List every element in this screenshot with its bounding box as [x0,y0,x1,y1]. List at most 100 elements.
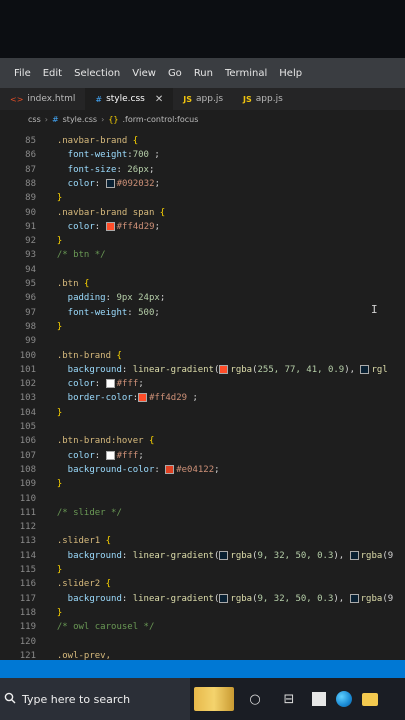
code-line[interactable]: 120 [0,635,46,649]
text-cursor-icon: I [371,303,378,316]
code-line[interactable]: 109 } [0,477,63,491]
code-line[interactable]: 100 .btn-brand { [0,349,122,363]
cortana-icon[interactable]: ○ [242,686,268,712]
code-line[interactable]: 106 .btn-brand:hover { [0,434,155,448]
tab-app-js-2[interactable]: JS app.js [233,88,293,110]
code-token: ; [148,164,155,175]
edge-browser-icon[interactable] [336,691,352,707]
color-swatch-icon[interactable] [165,464,175,474]
breadcrumb-symbol[interactable]: .form-control:focus [123,115,199,124]
code-line[interactable]: 87 font-size: 26px; [0,163,154,177]
code-line[interactable]: 96 padding: 9px 24px; [0,291,165,305]
code-line[interactable]: 103 border-color: #ff4d29 ; [0,391,198,405]
code-line[interactable]: 104 } [0,406,63,420]
code-token: color [46,379,95,390]
code-line[interactable]: 99 [0,334,46,348]
search-input[interactable]: Type here to search [22,693,130,706]
code-token: ; [138,450,144,461]
color-swatch-icon[interactable] [138,393,148,403]
code-editor[interactable]: 85 .navbar-brand {86 font-weight:700 ; 87… [0,130,405,660]
code-line[interactable]: 97 font-weight: 500; [0,306,160,320]
taskbar-search[interactable]: Type here to search [0,678,190,720]
menu-run[interactable]: Run [194,68,213,79]
code-line[interactable]: 89 } [0,191,62,205]
code-token: .navbar-brand [46,136,133,146]
menu-help[interactable]: Help [279,68,302,79]
code-line[interactable]: 107 color: #fff; [0,449,144,463]
code-line[interactable]: 118 } [0,606,63,620]
breadcrumb: css › # style.css › {} .form-control:foc… [0,110,405,128]
color-swatch-icon[interactable] [219,364,229,374]
code-token: .slider2 [46,579,106,590]
menu-terminal[interactable]: Terminal [225,68,267,79]
code-line[interactable]: 112 [0,520,46,534]
file-explorer-icon[interactable] [362,692,378,706]
chevron-right-icon: › [101,114,105,124]
code-text: .navbar-brand { [46,136,138,146]
code-line[interactable]: 114 background: linear-gradient(rgba(9, … [0,549,393,563]
store-icon[interactable] [312,692,326,706]
code-token: rgba [360,550,383,561]
code-line[interactable]: 90 .navbar-brand span { [0,206,165,220]
color-swatch-icon[interactable] [105,178,115,188]
code-line[interactable]: 86 font-weight:700 ; [0,148,160,162]
code-token: .btn-brand:hover [46,436,149,447]
close-icon[interactable]: ✕ [155,94,163,105]
code-line[interactable]: 111 /* slider */ [0,506,122,520]
line-number: 118 [19,607,36,618]
code-line[interactable]: 121 .owl-prev, [0,649,111,660]
tab-app-js[interactable]: JS app.js [173,88,233,110]
code-token: /* slider */ [46,507,122,518]
code-line[interactable]: 116 .slider2 { [0,577,111,591]
code-token: .navbar-brand span [46,207,160,218]
code-line[interactable]: 115 } [0,563,63,577]
line-number: 104 [19,407,36,418]
code-text: .navbar-brand span { [46,208,165,218]
tab-index-html[interactable]: <> index.html [0,88,85,110]
line-number: 120 [19,636,36,647]
color-swatch-icon[interactable] [360,364,370,374]
code-token: #fff [116,379,139,390]
code-token: font-weight [46,150,128,161]
code-line[interactable]: 117 background: linear-gradient(rgba(9, … [0,592,393,606]
menu-selection[interactable]: Selection [74,68,120,79]
code-line[interactable]: 110 [0,492,46,506]
code-line[interactable]: 108 background-color: #e04122; [0,463,220,477]
color-swatch-icon[interactable] [105,379,115,389]
code-line[interactable]: 102 color: #fff; [0,377,144,391]
code-line[interactable]: 88 color: #092032; [0,177,160,191]
menu-edit[interactable]: Edit [43,68,62,79]
color-swatch-icon[interactable] [105,450,115,460]
code-line[interactable]: 95 .btn { [0,277,89,291]
code-text: } [46,608,62,618]
menu-go[interactable]: Go [168,68,182,79]
code-line[interactable]: 101 background: linear-gradient(rgba(255… [0,363,388,377]
menu-file[interactable]: File [14,68,31,79]
code-line[interactable]: 94 [0,263,46,277]
line-number: 105 [19,422,36,432]
color-swatch-icon[interactable] [219,593,229,603]
code-line[interactable]: 93 /* btn */ [0,248,105,262]
color-swatch-icon[interactable] [219,550,229,560]
code-line[interactable]: 113 .slider1 { [0,534,111,548]
code-line[interactable]: 92 } [0,234,62,248]
color-swatch-icon[interactable] [349,593,359,603]
color-swatch-icon[interactable] [349,550,359,560]
line-number: 121 [19,650,36,660]
news-widget-icon[interactable] [194,687,234,711]
code-line[interactable]: 105 [0,420,46,434]
tab-style-css[interactable]: # style.css ✕ [85,88,174,110]
task-view-icon[interactable]: ⊟ [276,686,302,712]
code-line[interactable]: 85 .navbar-brand { [0,134,138,148]
menu-view[interactable]: View [132,68,156,79]
code-token: 700 [132,150,149,161]
code-line[interactable]: 91 color: #ff4d29; [0,220,160,234]
breadcrumb-file[interactable]: style.css [63,115,97,124]
code-token: ), [333,550,350,561]
code-line[interactable]: 119 /* owl carousel */ [0,620,155,634]
js-file-icon: JS [243,94,252,104]
code-token: linear-gradient [132,550,214,561]
breadcrumb-folder[interactable]: css [28,115,41,124]
code-line[interactable]: 98 } [0,320,62,334]
color-swatch-icon[interactable] [105,221,115,231]
